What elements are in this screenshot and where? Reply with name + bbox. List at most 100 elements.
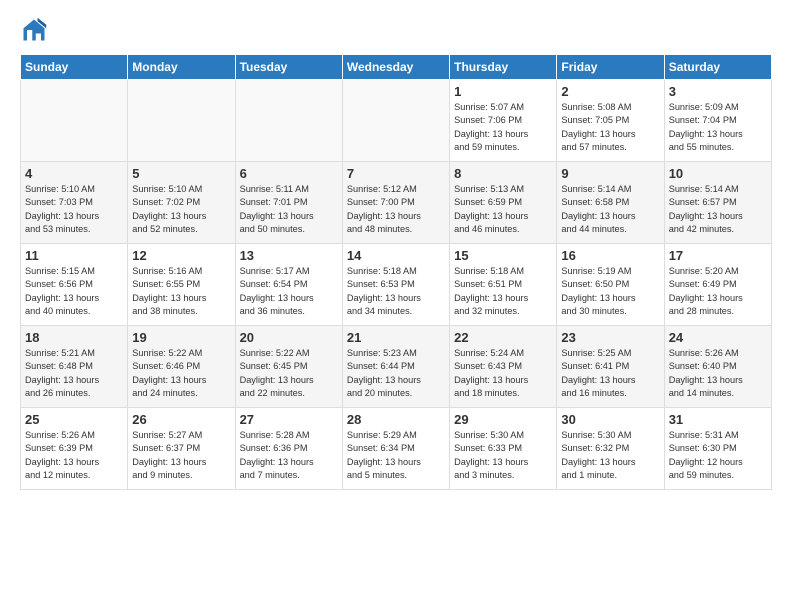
day-number: 19 bbox=[132, 330, 230, 345]
day-cell: 19 Sunrise: 5:22 AMSunset: 6:46 PMDayligh… bbox=[128, 326, 235, 408]
day-cell: 14 Sunrise: 5:18 AMSunset: 6:53 PMDayligh… bbox=[342, 244, 449, 326]
day-cell: 6Sunrise: 5:11 AMSunset: 7:01 PMDaylight… bbox=[235, 162, 342, 244]
day-cell: 18Sunrise: 5:21 AMSunset: 6:48 PMDayligh… bbox=[21, 326, 128, 408]
day-info: Sunrise: 5:12 AMSunset: 7:00 PMDaylight:… bbox=[347, 183, 445, 236]
col-header-monday: Monday bbox=[128, 55, 235, 80]
calendar-table: SundayMondayTuesdayWednesdayThursdayFrid… bbox=[20, 54, 772, 490]
day-info: Sunrise: 5:28 AMSunset: 6:36 PMDaylight:… bbox=[240, 429, 338, 482]
day-cell: 12 Sunrise: 5:16 AMSunset: 6:55 PMDayligh… bbox=[128, 244, 235, 326]
day-number: 20 bbox=[240, 330, 338, 345]
day-info: Sunrise: 5:21 AMSunset: 6:48 PMDaylight:… bbox=[25, 347, 123, 400]
day-cell: 15 Sunrise: 5:18 AMSunset: 6:51 PMDayligh… bbox=[450, 244, 557, 326]
day-number: 9 bbox=[561, 166, 659, 181]
week-row-3: 11 Sunrise: 5:15 AMSunset: 6:56 PMDayligh… bbox=[21, 244, 772, 326]
day-info: Sunrise: 5:17 AMSunset: 6:54 PMDaylight:… bbox=[240, 265, 338, 318]
day-cell: 21 Sunrise: 5:23 AMSunset: 6:44 PMDayligh… bbox=[342, 326, 449, 408]
day-number: 23 bbox=[561, 330, 659, 345]
logo-icon bbox=[20, 16, 48, 44]
day-info: Sunrise: 5:29 AMSunset: 6:34 PMDaylight:… bbox=[347, 429, 445, 482]
week-row-2: 4Sunrise: 5:10 AMSunset: 7:03 PMDaylight… bbox=[21, 162, 772, 244]
week-row-5: 25 Sunrise: 5:26 AMSunset: 6:39 PMDayligh… bbox=[21, 408, 772, 490]
day-info: Sunrise: 5:30 AMSunset: 6:32 PMDaylight:… bbox=[561, 429, 659, 482]
day-number: 13 bbox=[240, 248, 338, 263]
day-cell: 24 Sunrise: 5:26 AMSunset: 6:40 PMDayligh… bbox=[664, 326, 771, 408]
day-info: Sunrise: 5:27 AMSunset: 6:37 PMDaylight:… bbox=[132, 429, 230, 482]
day-cell: 31Sunrise: 5:31 AMSunset: 6:30 PMDayligh… bbox=[664, 408, 771, 490]
day-info: Sunrise: 5:31 AMSunset: 6:30 PMDaylight:… bbox=[669, 429, 767, 482]
day-info: Sunrise: 5:19 AMSunset: 6:50 PMDaylight:… bbox=[561, 265, 659, 318]
day-info: Sunrise: 5:23 AMSunset: 6:44 PMDaylight:… bbox=[347, 347, 445, 400]
day-cell bbox=[342, 80, 449, 162]
day-cell: 2 Sunrise: 5:08 AMSunset: 7:05 PMDaylight… bbox=[557, 80, 664, 162]
day-number: 21 bbox=[347, 330, 445, 345]
day-cell: 11 Sunrise: 5:15 AMSunset: 6:56 PMDayligh… bbox=[21, 244, 128, 326]
day-cell: 17 Sunrise: 5:20 AMSunset: 6:49 PMDayligh… bbox=[664, 244, 771, 326]
col-header-saturday: Saturday bbox=[664, 55, 771, 80]
day-cell bbox=[21, 80, 128, 162]
day-number: 17 bbox=[669, 248, 767, 263]
day-info: Sunrise: 5:18 AMSunset: 6:53 PMDaylight:… bbox=[347, 265, 445, 318]
day-info: Sunrise: 5:25 AMSunset: 6:41 PMDaylight:… bbox=[561, 347, 659, 400]
day-cell: 1Sunrise: 5:07 AMSunset: 7:06 PMDaylight… bbox=[450, 80, 557, 162]
day-number: 5 bbox=[132, 166, 230, 181]
day-cell: 23 Sunrise: 5:25 AMSunset: 6:41 PMDayligh… bbox=[557, 326, 664, 408]
day-info: Sunrise: 5:22 AMSunset: 6:46 PMDaylight:… bbox=[132, 347, 230, 400]
page: SundayMondayTuesdayWednesdayThursdayFrid… bbox=[0, 0, 792, 500]
day-info: Sunrise: 5:26 AMSunset: 6:40 PMDaylight:… bbox=[669, 347, 767, 400]
day-number: 16 bbox=[561, 248, 659, 263]
day-info: Sunrise: 5:10 AMSunset: 7:02 PMDaylight:… bbox=[132, 183, 230, 236]
day-number: 25 bbox=[25, 412, 123, 427]
day-cell: 30Sunrise: 5:30 AMSunset: 6:32 PMDayligh… bbox=[557, 408, 664, 490]
day-cell: 20 Sunrise: 5:22 AMSunset: 6:45 PMDayligh… bbox=[235, 326, 342, 408]
day-number: 14 bbox=[347, 248, 445, 263]
day-info: Sunrise: 5:16 AMSunset: 6:55 PMDaylight:… bbox=[132, 265, 230, 318]
day-number: 24 bbox=[669, 330, 767, 345]
col-header-wednesday: Wednesday bbox=[342, 55, 449, 80]
header-row: SundayMondayTuesdayWednesdayThursdayFrid… bbox=[21, 55, 772, 80]
day-cell: 9Sunrise: 5:14 AMSunset: 6:58 PMDaylight… bbox=[557, 162, 664, 244]
day-number: 26 bbox=[132, 412, 230, 427]
day-info: Sunrise: 5:20 AMSunset: 6:49 PMDaylight:… bbox=[669, 265, 767, 318]
day-number: 7 bbox=[347, 166, 445, 181]
day-number: 3 bbox=[669, 84, 767, 99]
day-number: 15 bbox=[454, 248, 552, 263]
day-cell: 28 Sunrise: 5:29 AMSunset: 6:34 PMDayligh… bbox=[342, 408, 449, 490]
day-cell: 13 Sunrise: 5:17 AMSunset: 6:54 PMDayligh… bbox=[235, 244, 342, 326]
day-number: 27 bbox=[240, 412, 338, 427]
day-cell: 26 Sunrise: 5:27 AMSunset: 6:37 PMDayligh… bbox=[128, 408, 235, 490]
day-cell: 25 Sunrise: 5:26 AMSunset: 6:39 PMDayligh… bbox=[21, 408, 128, 490]
day-number: 28 bbox=[347, 412, 445, 427]
day-info: Sunrise: 5:09 AMSunset: 7:04 PMDaylight:… bbox=[669, 101, 767, 154]
day-cell: 16 Sunrise: 5:19 AMSunset: 6:50 PMDayligh… bbox=[557, 244, 664, 326]
day-number: 2 bbox=[561, 84, 659, 99]
logo bbox=[20, 16, 52, 44]
week-row-1: 1Sunrise: 5:07 AMSunset: 7:06 PMDaylight… bbox=[21, 80, 772, 162]
day-number: 10 bbox=[669, 166, 767, 181]
day-cell: 29 Sunrise: 5:30 AMSunset: 6:33 PMDayligh… bbox=[450, 408, 557, 490]
day-cell: 27 Sunrise: 5:28 AMSunset: 6:36 PMDayligh… bbox=[235, 408, 342, 490]
day-number: 6 bbox=[240, 166, 338, 181]
day-info: Sunrise: 5:30 AMSunset: 6:33 PMDaylight:… bbox=[454, 429, 552, 482]
day-info: Sunrise: 5:18 AMSunset: 6:51 PMDaylight:… bbox=[454, 265, 552, 318]
day-info: Sunrise: 5:13 AMSunset: 6:59 PMDaylight:… bbox=[454, 183, 552, 236]
col-header-tuesday: Tuesday bbox=[235, 55, 342, 80]
day-info: Sunrise: 5:22 AMSunset: 6:45 PMDaylight:… bbox=[240, 347, 338, 400]
day-info: Sunrise: 5:15 AMSunset: 6:56 PMDaylight:… bbox=[25, 265, 123, 318]
day-cell: 4Sunrise: 5:10 AMSunset: 7:03 PMDaylight… bbox=[21, 162, 128, 244]
col-header-sunday: Sunday bbox=[21, 55, 128, 80]
day-number: 12 bbox=[132, 248, 230, 263]
day-cell: 8Sunrise: 5:13 AMSunset: 6:59 PMDaylight… bbox=[450, 162, 557, 244]
day-info: Sunrise: 5:24 AMSunset: 6:43 PMDaylight:… bbox=[454, 347, 552, 400]
day-info: Sunrise: 5:26 AMSunset: 6:39 PMDaylight:… bbox=[25, 429, 123, 482]
day-cell: 7 Sunrise: 5:12 AMSunset: 7:00 PMDaylight… bbox=[342, 162, 449, 244]
day-number: 11 bbox=[25, 248, 123, 263]
header bbox=[20, 16, 772, 44]
day-number: 22 bbox=[454, 330, 552, 345]
day-info: Sunrise: 5:08 AMSunset: 7:05 PMDaylight:… bbox=[561, 101, 659, 154]
day-cell: 22 Sunrise: 5:24 AMSunset: 6:43 PMDayligh… bbox=[450, 326, 557, 408]
day-info: Sunrise: 5:14 AMSunset: 6:57 PMDaylight:… bbox=[669, 183, 767, 236]
week-row-4: 18Sunrise: 5:21 AMSunset: 6:48 PMDayligh… bbox=[21, 326, 772, 408]
day-number: 29 bbox=[454, 412, 552, 427]
day-cell: 10 Sunrise: 5:14 AMSunset: 6:57 PMDayligh… bbox=[664, 162, 771, 244]
col-header-thursday: Thursday bbox=[450, 55, 557, 80]
